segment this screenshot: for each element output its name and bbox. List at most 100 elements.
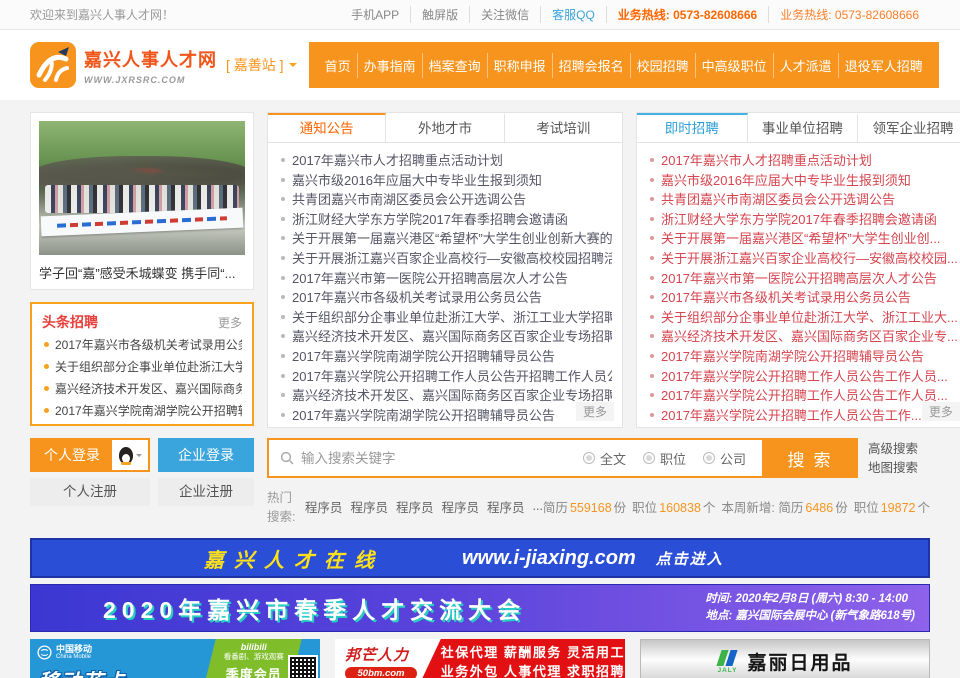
notice-item[interactable]: 关于组织部分企事业单位赴浙江大学、浙江工业大学招聘人才的... bbox=[280, 308, 612, 328]
hot-keyword[interactable]: 程序员 bbox=[487, 497, 525, 516]
nav-item-campus[interactable]: 校园招聘 bbox=[630, 53, 695, 78]
jaly-logo-icon: JALY bbox=[717, 650, 737, 674]
topbar: 欢迎来到嘉兴人事人才网！ 手机APP 触屏版 关注微信 客服QQ 业务热线: 0… bbox=[0, 0, 960, 30]
map-search-link[interactable]: 地图搜索 bbox=[868, 459, 930, 478]
hot-keyword[interactable]: 程序员 bbox=[396, 497, 434, 516]
company-register-button[interactable]: 企业注册 bbox=[158, 478, 254, 506]
tab-notices[interactable]: 通知公告 bbox=[268, 113, 386, 142]
chevron-down-icon bbox=[289, 63, 297, 71]
hotline-secondary: 业务热线: 0573-82608666 bbox=[768, 6, 930, 23]
recruit-item[interactable]: 嘉兴市级2016年应届大中专毕业生报到须知 bbox=[649, 171, 958, 191]
talent-online-banner[interactable]: 嘉兴人才在线 www.i-jiaxing.com 点击进入 bbox=[30, 538, 930, 578]
notice-item[interactable]: 关于开展浙江嘉兴百家企业高校行—安徽高校校园招聘活动的通... bbox=[280, 249, 612, 269]
search-button[interactable]: 搜索 bbox=[762, 440, 856, 476]
headline-jobs-more-link[interactable]: 更多 bbox=[218, 314, 242, 331]
notice-item[interactable]: 2017年嘉兴市人才招聘重点活动计划 bbox=[280, 151, 612, 171]
search-input[interactable] bbox=[301, 451, 583, 466]
recruit-item[interactable]: 2017年嘉兴市各级机关考试录用公务员公告 bbox=[649, 288, 958, 308]
banner-cta: 点击进入 bbox=[656, 548, 724, 569]
recruit-item[interactable]: 2017年嘉兴学院公开招聘工作人员公告工作人员... bbox=[649, 367, 958, 387]
banner-url: www.i-jiaxing.com bbox=[462, 547, 636, 570]
notice-item[interactable]: 嘉兴经济技术开发区、嘉兴国际商务区百家企业专场招聘会公告 bbox=[280, 327, 612, 347]
job-fair-banner[interactable]: 2020年嘉兴市春季人才交流大会 时间: 2020年2月8日 (周六) 8:30… bbox=[30, 584, 930, 632]
nav-item-title-apply[interactable]: 职称申报 bbox=[487, 53, 552, 78]
nav-item-veterans[interactable]: 退役军人招聘 bbox=[838, 53, 929, 78]
personal-register-button[interactable]: 个人注册 bbox=[30, 478, 150, 506]
china-mobile-ad[interactable]: 中国移动 China Mobile 移动花卡 bilibili 看番剧、游戏观赛… bbox=[30, 639, 320, 678]
nav-item-jobfair-signup[interactable]: 招聘会报名 bbox=[552, 53, 630, 78]
personal-login-button[interactable]: 个人登录 bbox=[32, 440, 112, 470]
search-icon bbox=[280, 451, 294, 465]
welcome-text: 欢迎来到嘉兴人事人才网！ bbox=[30, 6, 174, 23]
hotline-primary: 业务热线: 0573-82608666 bbox=[606, 6, 768, 23]
site-logo-icon[interactable] bbox=[30, 42, 76, 88]
tab-instant-recruit[interactable]: 即时招聘 bbox=[637, 113, 748, 142]
company-login-button[interactable]: 企业登录 bbox=[158, 438, 254, 472]
personal-login-group: 个人登录 bbox=[30, 438, 150, 472]
recruit-item[interactable]: 浙江财经大学东方学院2017年春季招聘会邀请函 bbox=[649, 210, 958, 230]
hot-keyword[interactable]: 程序员 bbox=[350, 497, 388, 516]
recruit-item[interactable]: 嘉兴经济技术开发区、嘉兴国际商务区百家企业专... bbox=[649, 327, 958, 347]
notices-more-link[interactable]: 更多 bbox=[576, 402, 614, 421]
nav-item-senior-jobs[interactable]: 中高级职位 bbox=[695, 53, 773, 78]
hot-keyword[interactable]: 程序员 bbox=[441, 497, 479, 516]
scope-company-radio[interactable]: 公司 bbox=[703, 449, 746, 468]
topbar-link-qq-service[interactable]: 客服QQ bbox=[540, 6, 606, 23]
recruit-item[interactable]: 2017年嘉兴学院公开招聘工作人员公告工作... bbox=[649, 406, 958, 426]
notice-item[interactable]: 嘉兴经济技术开发区、嘉兴国际商务区百家企业专场招聘会公告 bbox=[280, 386, 612, 406]
radio-icon bbox=[583, 452, 595, 464]
recruit-item[interactable]: 共青团嘉兴市南湖区委员会公开选调公告 bbox=[649, 190, 958, 210]
search-bar: 全文 职位 公司 搜索 bbox=[267, 438, 858, 478]
recruit-item[interactable]: 2017年嘉兴市人才招聘重点活动计划 bbox=[649, 151, 958, 171]
notice-item[interactable]: 2017年嘉兴学院南湖学院公开招聘辅导员公告 bbox=[280, 406, 612, 426]
tab-other-markets[interactable]: 外地才市 bbox=[386, 113, 504, 142]
scope-fulltext-radio[interactable]: 全文 bbox=[583, 449, 626, 468]
bangmang-site: 50bm.com bbox=[345, 667, 417, 678]
recruit-item[interactable]: 关于开展浙江嘉兴百家企业高校行—安徽高校校园... bbox=[649, 249, 958, 269]
tab-leading-enterprise-recruit[interactable]: 领军企业招聘 bbox=[858, 113, 960, 142]
site-brand[interactable]: 嘉兴人事人才网 WWW.JXRSRC.COM bbox=[84, 46, 216, 85]
hot-keyword[interactable]: 程序员 bbox=[305, 497, 343, 516]
notice-item[interactable]: 嘉兴市级2016年应届大中专毕业生报到须知 bbox=[280, 171, 612, 191]
notice-item[interactable]: 关于开展第一届嘉兴港区“希望杯”大学生创业创新大赛的通知 bbox=[280, 229, 612, 249]
photo-caption[interactable]: 学子回“嘉”感受禾城蝶变 携手同“... bbox=[39, 263, 245, 282]
news-photo-card[interactable]: 学子回“嘉”感受禾城蝶变 携手同“... bbox=[30, 112, 254, 290]
bilibili-logo-text: bilibili bbox=[211, 642, 297, 652]
nav-item-guide[interactable]: 办事指南 bbox=[357, 53, 422, 78]
recruit-item[interactable]: 关于组织部分企事业单位赴浙江大学、浙江工业大... bbox=[649, 308, 958, 328]
tab-exam-training[interactable]: 考试培训 bbox=[505, 113, 622, 142]
account-panel: 个人登录 企业登录 个人注册 企业注册 bbox=[30, 438, 254, 525]
recruit-item[interactable]: 2017年嘉兴学院公开招聘工作人员公告工作人员... bbox=[649, 386, 958, 406]
nav-item-archives[interactable]: 档案查询 bbox=[422, 53, 487, 78]
headline-job-item[interactable]: 嘉兴经济技术开发区、嘉兴国际商务... bbox=[42, 378, 242, 400]
station-selector[interactable]: [ 嘉善站 ] bbox=[226, 55, 297, 75]
notice-item[interactable]: 2017年嘉兴学院公开招聘工作人员公告开招聘工作人员公告开... bbox=[280, 367, 612, 387]
scope-position-radio[interactable]: 职位 bbox=[643, 449, 686, 468]
bangmang-hr-ad[interactable]: 邦芒人力 50bm.com 社保代理 薪酬服务 灵活用工 业务外包 人事代理 求… bbox=[335, 639, 625, 678]
recruit-more-link[interactable]: 更多 bbox=[922, 402, 960, 421]
topbar-link-touch-version[interactable]: 触屏版 bbox=[410, 6, 469, 23]
headline-job-item[interactable]: 2017年嘉兴市各级机关考试录用公务... bbox=[42, 334, 242, 356]
recruit-item[interactable]: 2017年嘉兴市第一医院公开招聘高层次人才公告 bbox=[649, 269, 958, 289]
hot-search-label: 热门搜索: bbox=[267, 487, 297, 525]
topbar-link-mobile-app[interactable]: 手机APP bbox=[340, 6, 410, 23]
headline-job-item[interactable]: 关于组织部分企事业单位赴浙江大学... bbox=[42, 356, 242, 378]
recruit-item[interactable]: 2017年嘉兴学院南湖学院公开招聘辅导员公告 bbox=[649, 347, 958, 367]
notice-item[interactable]: 2017年嘉兴学院南湖学院公开招聘辅导员公告 bbox=[280, 347, 612, 367]
news-photo[interactable] bbox=[39, 121, 245, 255]
radio-icon bbox=[703, 452, 715, 464]
notice-item[interactable]: 浙江财经大学东方学院2017年春季招聘会邀请函 bbox=[280, 210, 612, 230]
notice-item[interactable]: 共青团嘉兴市南湖区委员会公开选调公告 bbox=[280, 190, 612, 210]
advanced-search-link[interactable]: 高级搜索 bbox=[868, 440, 930, 459]
jaly-daily-ad[interactable]: JALY 嘉丽日用品 bbox=[640, 639, 930, 678]
recruit-item[interactable]: 关于开展第一届嘉兴港区“希望杯”大学生创业创... bbox=[649, 229, 958, 249]
nav-item-home[interactable]: 首页 bbox=[319, 53, 357, 78]
notice-item[interactable]: 2017年嘉兴市各级机关考试录用公务员公告 bbox=[280, 288, 612, 308]
notice-item[interactable]: 2017年嘉兴市第一医院公开招聘高层次人才公告 bbox=[280, 269, 612, 289]
tab-public-institution-recruit[interactable]: 事业单位招聘 bbox=[748, 113, 859, 142]
nav-item-dispatch[interactable]: 人才派遣 bbox=[773, 53, 838, 78]
bangmang-logo-text: 邦芒人力 bbox=[345, 644, 441, 665]
qq-login-button[interactable] bbox=[112, 440, 148, 470]
headline-job-item[interactable]: 2017年嘉兴学院南湖学院公开招聘辅... bbox=[42, 400, 242, 422]
topbar-link-wechat[interactable]: 关注微信 bbox=[469, 6, 540, 23]
